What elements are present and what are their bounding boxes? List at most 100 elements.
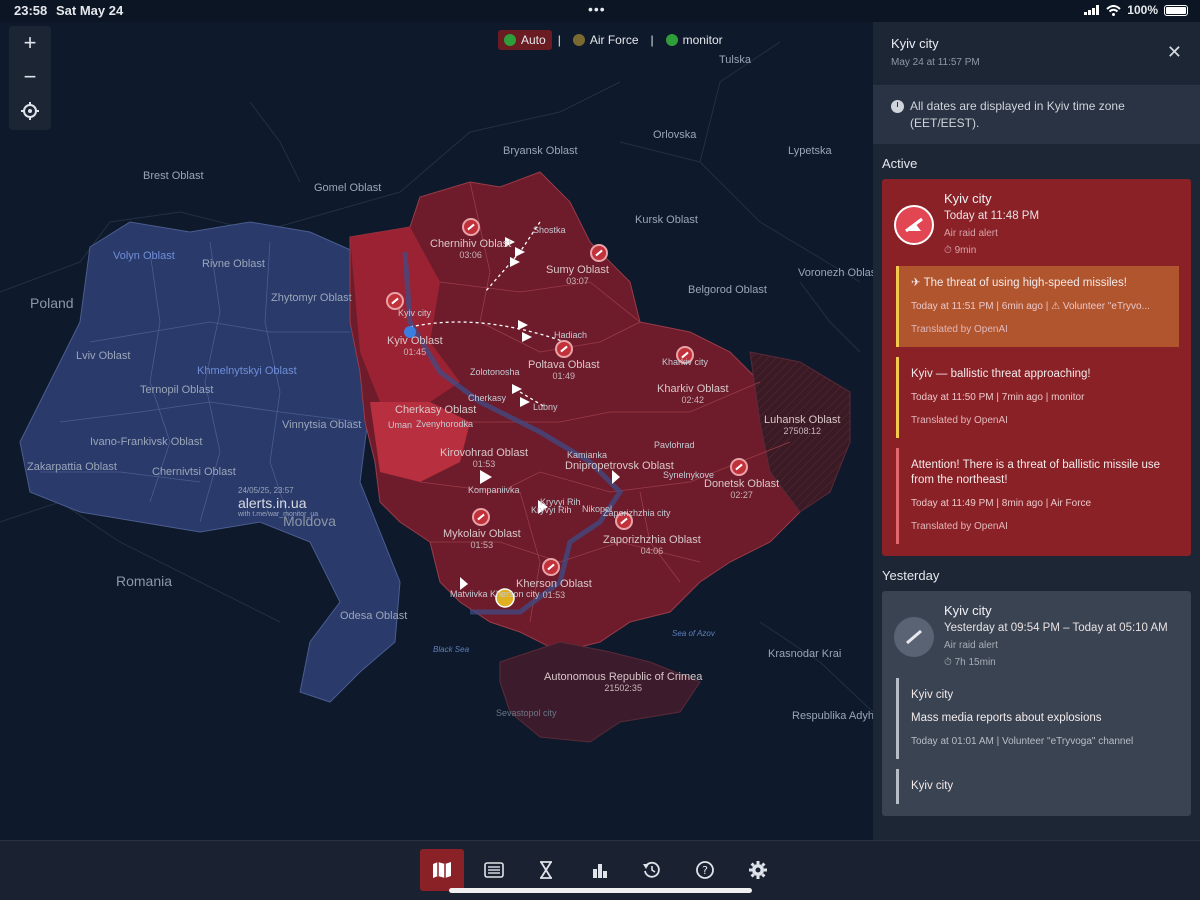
- close-button[interactable]: ✕: [1167, 42, 1182, 63]
- region-label: Respublika Adyhea: [792, 710, 873, 722]
- alert-icon[interactable]: [542, 558, 560, 576]
- bar-chart-icon: [593, 864, 607, 878]
- source-auto[interactable]: Auto: [498, 30, 552, 50]
- oblast-label[interactable]: Kyiv Oblast 01:45: [387, 335, 443, 357]
- watermark-timestamp: 24/05/25, 23:57: [238, 486, 294, 495]
- city-label: Kherson city: [490, 589, 540, 599]
- air-raid-alert-icon: [894, 205, 934, 245]
- region-label: Zhytomyr Oblast: [271, 292, 352, 304]
- region-label: Kursk Oblast: [635, 214, 698, 226]
- threat-message[interactable]: Attention! There is a threat of ballisti…: [896, 448, 1179, 544]
- alert-icon[interactable]: [462, 218, 480, 236]
- tab-history[interactable]: [630, 849, 674, 891]
- locate-button[interactable]: [9, 94, 51, 128]
- alert-time-range: Yesterday at 09:54 PM – Today at 05:10 A…: [944, 622, 1168, 634]
- map-canvas[interactable]: [0, 22, 873, 840]
- watermark-brand: alerts.in.ua: [238, 495, 307, 511]
- city-label: Shostka: [533, 225, 566, 235]
- city-label: Cherkasy: [468, 393, 507, 403]
- panel-subtitle: May 24 at 11:57 PM: [891, 57, 980, 68]
- tab-stats[interactable]: [578, 849, 622, 891]
- tab-timer[interactable]: [524, 849, 568, 891]
- tab-list[interactable]: [472, 849, 516, 891]
- clock-icon: [891, 100, 904, 113]
- zoom-out-button[interactable]: −: [9, 60, 51, 94]
- alert-icon[interactable]: [472, 508, 490, 526]
- city-label: Matviivka: [450, 589, 488, 599]
- help-icon: ?: [696, 861, 714, 879]
- oblast-label[interactable]: Luhansk Oblast 27508:12: [764, 414, 840, 436]
- home-indicator[interactable]: [449, 888, 752, 893]
- oblast-label[interactable]: Kharkiv Oblast 02:42: [657, 383, 729, 405]
- zoom-in-button[interactable]: +: [9, 26, 51, 60]
- oblast-label[interactable]: Zaporizhzhia Oblast 04:06: [603, 534, 701, 556]
- multitask-dots-icon[interactable]: •••: [588, 1, 606, 17]
- city-label: Zaporizhzhia city: [603, 508, 671, 518]
- threat-message-text: Kyiv — ballistic threat approaching!: [911, 368, 1091, 380]
- country-label: Poland: [30, 295, 74, 311]
- oblast-label[interactable]: Chernihiv Oblast 03:06: [430, 238, 511, 260]
- oblast-label[interactable]: Kirovohrad Oblast 01:53: [440, 447, 528, 469]
- oblast-label[interactable]: Dnipropetrovsk Oblast: [565, 460, 674, 472]
- history-icon: [643, 861, 660, 878]
- timezone-note-text: All dates are displayed in Kyiv time zon…: [910, 99, 1125, 130]
- svg-text:?: ?: [702, 864, 708, 877]
- air-force-icon: [572, 34, 585, 46]
- event-message-title: Kyiv city: [911, 689, 954, 701]
- region-label: Ternopil Oblast: [140, 384, 214, 396]
- oblast-label[interactable]: Cherkasy Oblast: [395, 404, 476, 416]
- battery-icon: [1164, 4, 1188, 16]
- threat-message-meta: Today at 11:49 PM | 8min ago | Air Force: [911, 498, 1092, 509]
- yesterday-section-heading: Yesterday: [882, 568, 940, 583]
- region-label: Gomel Oblast: [314, 182, 382, 194]
- event-message[interactable]: Kyiv city Mass media reports about explo…: [896, 678, 1179, 759]
- past-alert-card[interactable]: Kyiv city Yesterday at 09:54 PM – Today …: [882, 591, 1191, 816]
- map-icon: [433, 862, 451, 878]
- tab-map[interactable]: [420, 849, 464, 891]
- region-label: Ivano-Frankivsk Oblast: [90, 436, 203, 448]
- alert-icon[interactable]: [730, 458, 748, 476]
- settings-icon: [749, 861, 767, 879]
- threat-message[interactable]: ✈ The threat of using high-speed missile…: [896, 266, 1179, 347]
- divider: |: [557, 33, 561, 47]
- active-alert-card[interactable]: Kyiv city Today at 11:48 PM Air raid ale…: [882, 179, 1191, 556]
- panel-title: Kyiv city: [891, 36, 939, 51]
- threat-message[interactable]: Kyiv — ballistic threat approaching! Tod…: [896, 357, 1179, 438]
- region-detail-panel: Kyiv city May 24 at 11:57 PM ✕ All dates…: [873, 22, 1200, 840]
- tab-settings[interactable]: [736, 849, 780, 891]
- sea-label: Sea of Azov: [672, 629, 715, 638]
- timezone-note: All dates are displayed in Kyiv time zon…: [873, 86, 1200, 144]
- alert-map[interactable]: + − Auto | Air Force | monitor Poland Mo…: [0, 22, 873, 840]
- alert-ended-icon: [894, 617, 934, 657]
- region-label: Bryansk Oblast: [503, 145, 578, 157]
- source-monitor[interactable]: monitor: [660, 30, 729, 50]
- alert-icon[interactable]: [590, 244, 608, 262]
- auto-status-icon: [504, 34, 516, 46]
- source-air-force[interactable]: Air Force: [567, 30, 645, 50]
- region-label: Belgorod Oblast: [688, 284, 767, 296]
- city-label: Kyiv city: [398, 308, 432, 318]
- sea-label: Black Sea: [433, 645, 470, 654]
- tab-help[interactable]: ?: [683, 849, 727, 891]
- divider: |: [650, 33, 654, 47]
- region-label: Rivne Oblast: [202, 258, 265, 270]
- source-monitor-label: monitor: [682, 33, 723, 47]
- source-switch: Auto | Air Force | monitor: [498, 30, 729, 50]
- country-label: Romania: [116, 573, 173, 589]
- region-label: Lviv Oblast: [76, 350, 131, 362]
- region-label: Volyn Oblast: [113, 250, 175, 262]
- oblast-label[interactable]: Poltava Oblast 01:49: [528, 359, 600, 381]
- region-label: Krasnodar Krai: [768, 648, 842, 660]
- threat-message-text: The threat of using high-speed missiles!: [923, 277, 1127, 289]
- region-label: Khmelnytskyi Oblast: [197, 365, 297, 377]
- region-label: Voronezh Oblast: [798, 267, 873, 279]
- oblast-label[interactable]: Mykolaiv Oblast 01:53: [443, 528, 521, 550]
- event-message[interactable]: Kyiv city: [896, 769, 1179, 804]
- monitor-icon: [665, 34, 678, 46]
- oblast-label[interactable]: Sumy Oblast 03:07: [546, 264, 609, 286]
- alert-icon[interactable]: [555, 340, 573, 358]
- oblast-label[interactable]: Autonomous Republic of Crimea 21502:35: [544, 671, 702, 693]
- oblast-label[interactable]: Donetsk Oblast 02:27: [704, 478, 779, 500]
- region-label: Lypetska: [788, 145, 832, 157]
- region-label: Odesa Oblast: [340, 610, 408, 622]
